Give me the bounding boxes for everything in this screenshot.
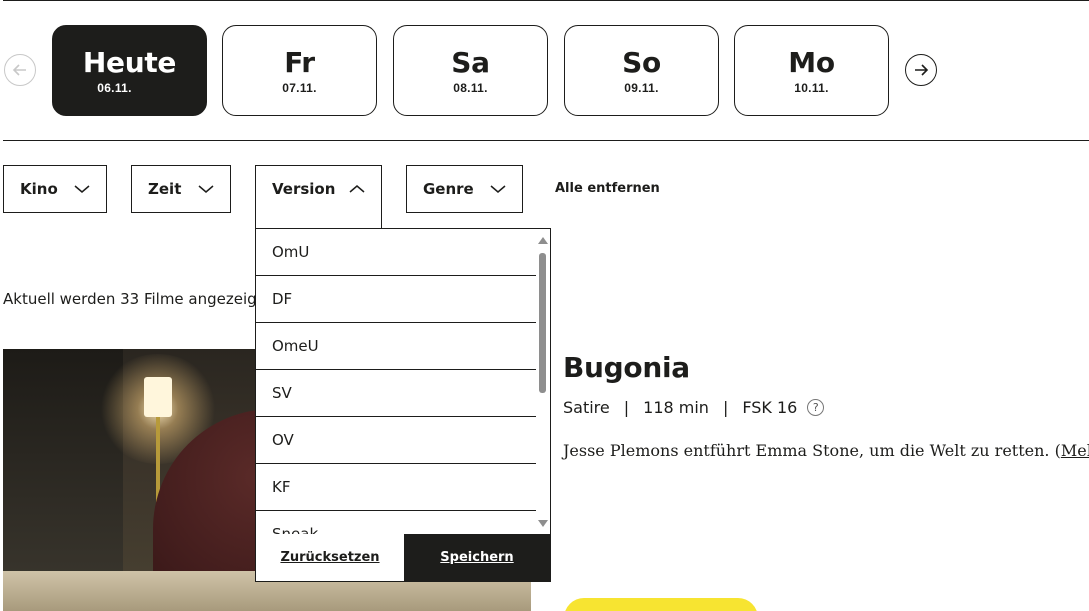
scroll-up-arrow-icon[interactable] bbox=[538, 237, 548, 244]
ticket-button[interactable] bbox=[564, 598, 758, 611]
movie-description: Jesse Plemons entführt Emma Stone, um di… bbox=[563, 441, 1089, 460]
dropdown-footer: Zurücksetzen Speichern bbox=[256, 534, 550, 581]
day-date: 07.11. bbox=[282, 80, 317, 95]
day-weekday: Fr bbox=[284, 45, 315, 79]
version-option-sneak[interactable]: Sneak bbox=[256, 511, 536, 535]
dropdown-scrollbar[interactable] bbox=[536, 229, 550, 535]
movie-meta: Satire | 118 min | FSK 16 ? bbox=[563, 398, 825, 417]
filter-kino[interactable]: Kino bbox=[3, 165, 107, 213]
version-option-kf[interactable]: KF bbox=[256, 464, 536, 511]
movie-genre: Satire bbox=[563, 398, 610, 417]
question-icon[interactable]: ? bbox=[807, 399, 825, 416]
day-date: 09.11. bbox=[624, 80, 659, 95]
poster-lamp bbox=[144, 377, 172, 417]
day-date: 06.11. bbox=[97, 80, 132, 95]
chevron-down-icon bbox=[198, 185, 214, 193]
movie-description-text: Jesse Plemons entführt Emma Stone, um di… bbox=[563, 441, 1061, 460]
chevron-down-icon bbox=[74, 185, 90, 193]
meta-separator: | bbox=[722, 398, 729, 417]
more-link[interactable]: Mehr bbox=[1061, 441, 1089, 460]
day-date: 08.11. bbox=[453, 80, 488, 95]
day-tab-sa[interactable]: Sa 08.11. bbox=[393, 25, 548, 116]
version-option-omu[interactable]: OmU bbox=[256, 229, 536, 276]
scrollbar-thumb[interactable] bbox=[539, 253, 546, 393]
next-days-button[interactable] bbox=[905, 54, 937, 86]
arrow-right-icon bbox=[915, 64, 929, 76]
day-tab-so[interactable]: So 09.11. bbox=[564, 25, 719, 116]
movie-fsk: FSK 16 bbox=[742, 398, 798, 417]
day-weekday: So bbox=[622, 45, 661, 79]
version-options-list: OmU DF OmeU SV OV KF Sneak bbox=[256, 229, 536, 535]
day-date: 10.11. bbox=[794, 80, 829, 95]
version-option-df[interactable]: DF bbox=[256, 276, 536, 323]
meta-separator: | bbox=[623, 398, 630, 417]
filter-genre-label: Genre bbox=[423, 180, 474, 198]
day-weekday: Sa bbox=[451, 45, 490, 79]
top-divider bbox=[3, 0, 1089, 1]
scroll-down-arrow-icon[interactable] bbox=[538, 520, 548, 527]
results-count: Aktuell werden 33 Filme angezeigt bbox=[3, 290, 263, 308]
version-option-sv[interactable]: SV bbox=[256, 370, 536, 417]
movie-duration: 118 min bbox=[643, 398, 709, 417]
filter-zeit-label: Zeit bbox=[148, 180, 182, 198]
filter-kino-label: Kino bbox=[20, 180, 58, 198]
day-tab-mo[interactable]: Mo 10.11. bbox=[734, 25, 889, 116]
day-tab-today[interactable]: Heute 06.11. bbox=[52, 25, 207, 116]
filter-version[interactable]: Version bbox=[255, 165, 382, 228]
day-weekday: Mo bbox=[788, 45, 835, 79]
version-dropdown: OmU DF OmeU SV OV KF Sneak Zurücksetzen … bbox=[255, 228, 551, 582]
day-tab-fr[interactable]: Fr 07.11. bbox=[222, 25, 377, 116]
section-divider bbox=[3, 140, 1089, 141]
chevron-down-icon bbox=[490, 185, 506, 193]
chevron-up-icon bbox=[349, 185, 365, 193]
movie-title[interactable]: Bugonia bbox=[563, 351, 690, 384]
version-option-ov[interactable]: OV bbox=[256, 417, 536, 464]
clear-all-filters-link[interactable]: Alle entfernen bbox=[555, 181, 660, 196]
arrow-left-icon bbox=[12, 64, 26, 76]
previous-days-button[interactable] bbox=[4, 54, 36, 86]
reset-button[interactable]: Zurücksetzen bbox=[256, 534, 404, 581]
day-weekday: Heute bbox=[82, 45, 177, 79]
filter-version-label: Version bbox=[272, 180, 336, 198]
save-button[interactable]: Speichern bbox=[404, 534, 550, 581]
filter-genre[interactable]: Genre bbox=[406, 165, 523, 213]
filter-zeit[interactable]: Zeit bbox=[131, 165, 231, 213]
version-option-omeu[interactable]: OmeU bbox=[256, 323, 536, 370]
